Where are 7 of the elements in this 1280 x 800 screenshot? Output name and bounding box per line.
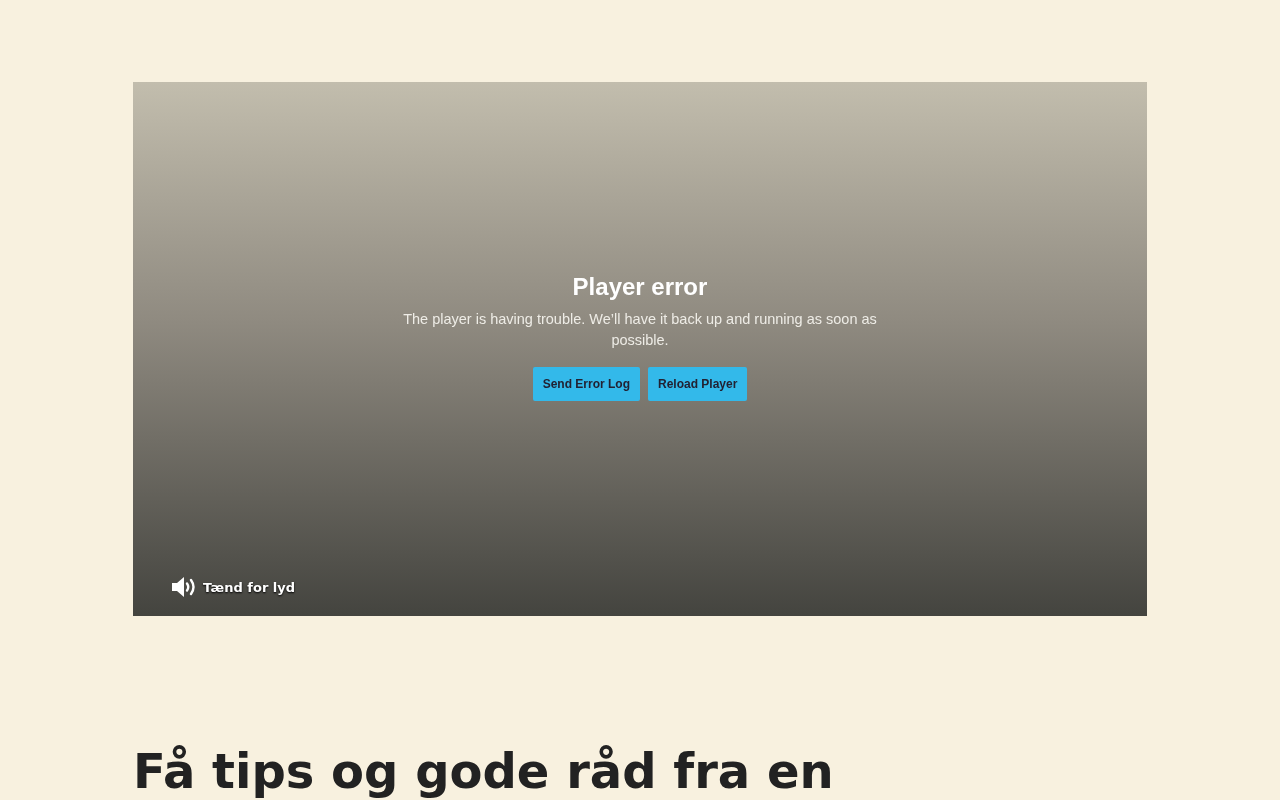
error-title: Player error <box>572 273 708 301</box>
speaker-icon[interactable] <box>171 576 197 598</box>
reload-button[interactable]: Reload Player <box>648 367 748 401</box>
send-log-button[interactable]: Send Error Log <box>532 367 640 401</box>
sound-label[interactable]: Tænd for lyd <box>203 579 296 595</box>
error-message: The player is having trouble. We’ll have it back up and running as soon as possible. <box>402 310 878 350</box>
section-heading: Få tips og gode råd fra en <box>133 744 835 798</box>
